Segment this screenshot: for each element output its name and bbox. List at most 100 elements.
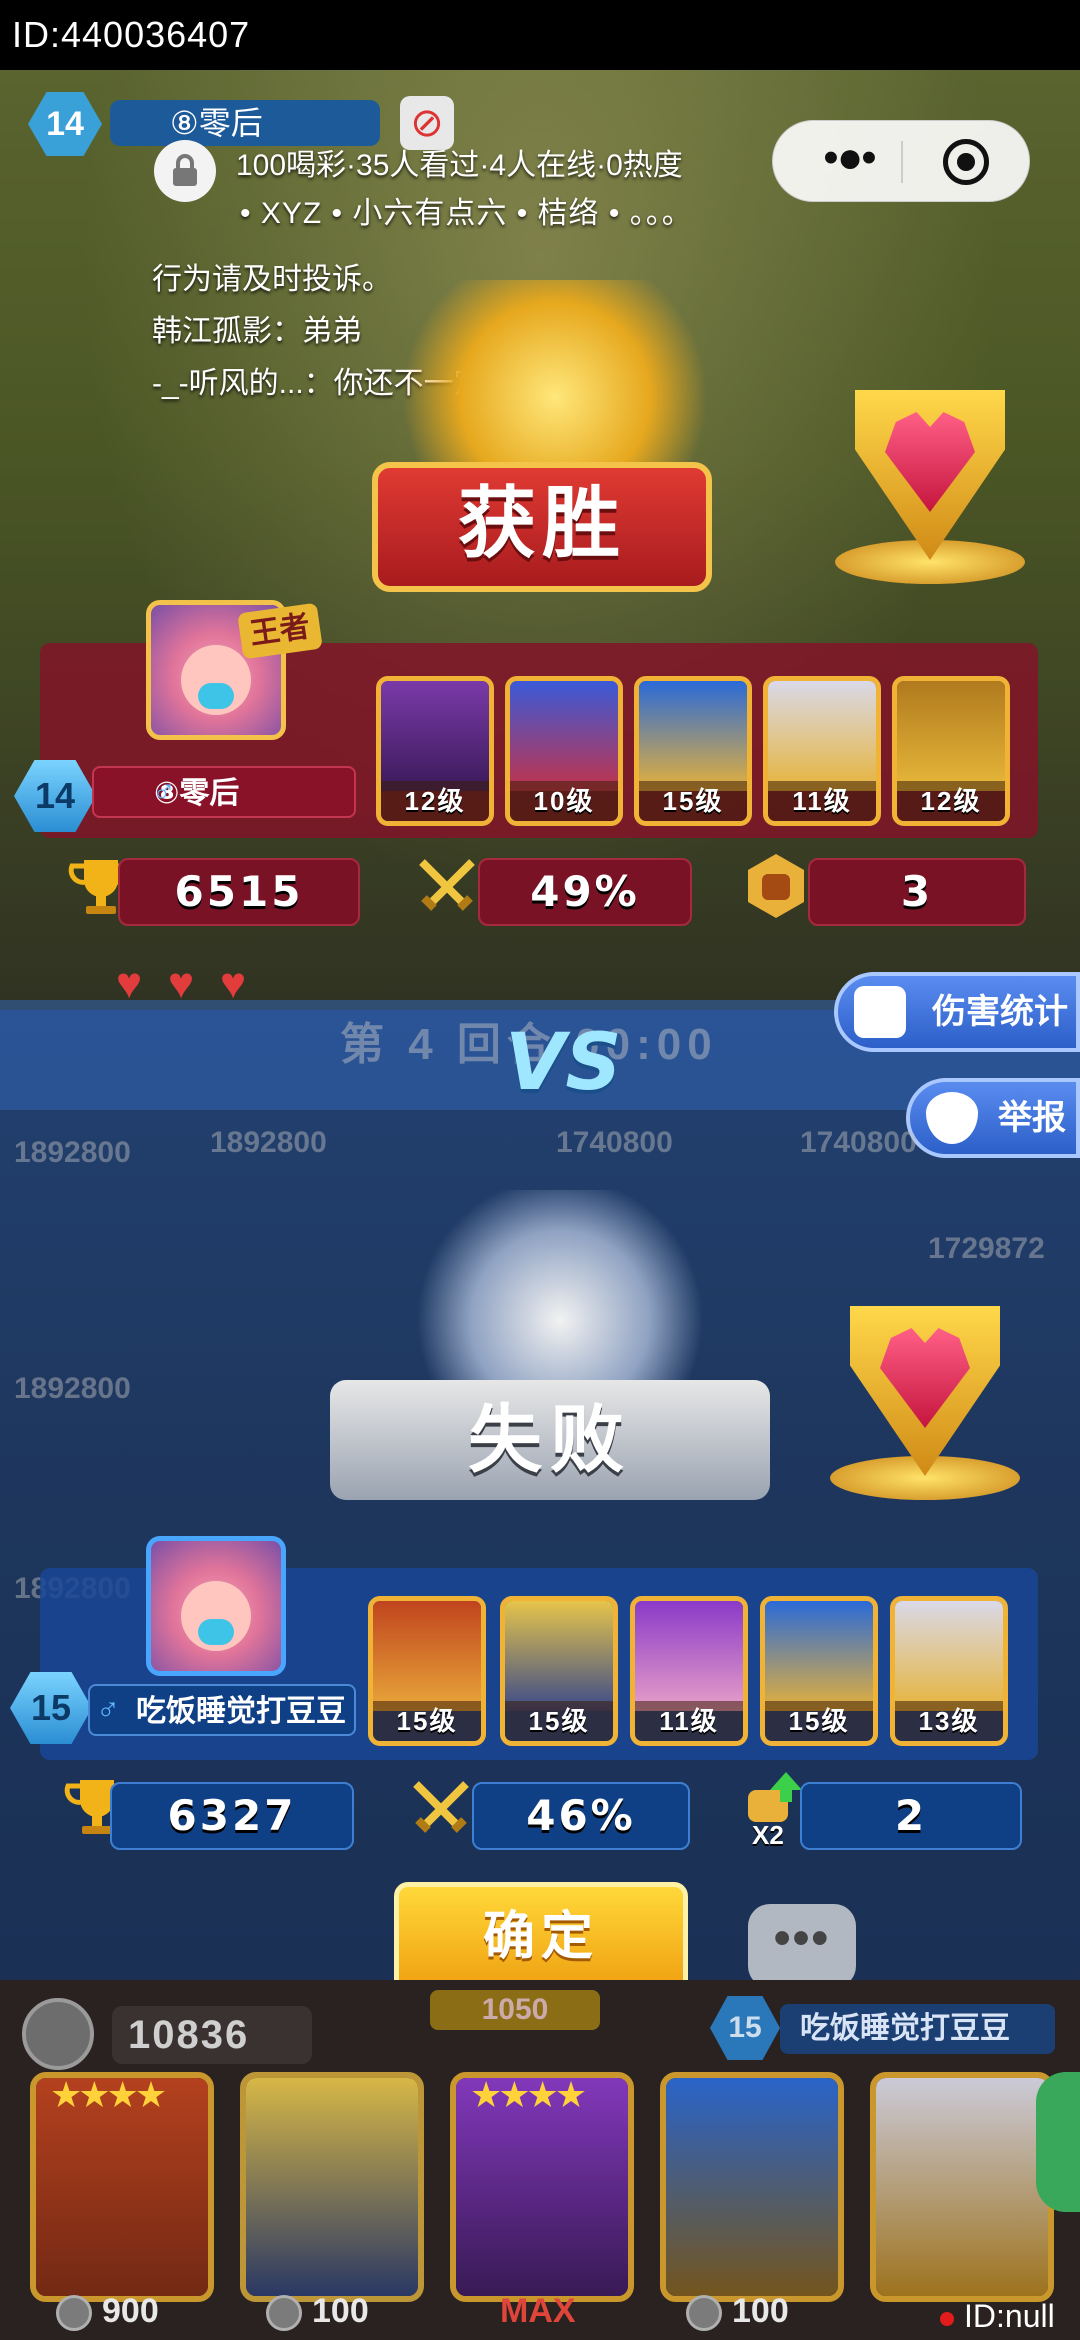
coin-icon: [686, 2295, 722, 2332]
winner-name: ⑧零后: [92, 766, 356, 818]
room-id-bar: ID:440036407: [0, 0, 1080, 70]
coin-count: 10836: [112, 2006, 312, 2064]
damage-ghost: 1729872: [928, 1232, 1045, 1265]
swords-icon: [413, 1781, 469, 1833]
loser-hero-1[interactable]: 15级: [368, 1596, 486, 1746]
vs-label: VS: [505, 1018, 622, 1108]
card-cost: 100: [686, 2288, 789, 2334]
hero-card[interactable]: [870, 2072, 1054, 2302]
hero-level: 11级: [635, 1701, 743, 1741]
hero-level: 15级: [639, 781, 747, 821]
hero-level: 13级: [895, 1701, 1003, 1741]
damage-ghost: 1892800: [14, 1136, 131, 1169]
card-cost-value: MAX: [500, 2292, 576, 2330]
coin-icon: [22, 1998, 94, 2070]
loser-hero-4[interactable]: 15级: [760, 1596, 878, 1746]
recording-dot-icon: [940, 2312, 954, 2326]
coin-icon: [56, 2295, 92, 2332]
damage-ghost: 1740800: [800, 1126, 917, 1159]
close-target-icon[interactable]: [943, 139, 989, 185]
loser-trophies: 6327: [110, 1782, 354, 1850]
loser-fist-count: 2: [800, 1782, 1022, 1850]
hero-art: [765, 1601, 873, 1711]
winner-hero-2[interactable]: 10级: [505, 676, 623, 826]
defeat-banner: 失败: [330, 1380, 770, 1500]
floating-side-button[interactable]: [1036, 2072, 1080, 2212]
card-cost: 900: [56, 2288, 159, 2334]
victory-banner: 获胜: [372, 462, 712, 592]
card-cost: MAX: [500, 2288, 576, 2334]
hero-card[interactable]: [240, 2072, 424, 2302]
damage-stats-button[interactable]: 伤害统计: [834, 972, 1080, 1052]
fist-multiplier: X2: [752, 1820, 784, 1850]
hero-art: [246, 2078, 418, 2296]
star-rating-icon: ★★★★: [470, 2074, 587, 2115]
winner-hero-5[interactable]: 12级: [892, 676, 1010, 826]
loser-name: 吃饭睡觉打豆豆: [88, 1684, 356, 1736]
hero-level: 12级: [381, 781, 489, 821]
loser-hero-2[interactable]: 15级: [500, 1596, 618, 1746]
hero-art: [897, 681, 1005, 791]
winner-win-rate: 49%: [478, 858, 692, 926]
hero-art: [510, 681, 618, 791]
bottom-player-name: 吃饭睡觉打豆豆: [780, 2004, 1055, 2054]
damage-ghost: 1740800: [556, 1126, 673, 1159]
hero-level: 10级: [510, 781, 618, 821]
hero-level: 15级: [505, 1701, 613, 1741]
report-button[interactable]: 举报: [906, 1078, 1080, 1158]
viewer-id: ID:null: [964, 2298, 1055, 2334]
winner-hero-3[interactable]: 15级: [634, 676, 752, 826]
mini-program-capsule: •●•: [772, 120, 1030, 202]
card-cost-value: 900: [102, 2292, 159, 2330]
winner-fist-count: 3: [808, 858, 1026, 926]
hero-art: [876, 2078, 1048, 2296]
avatar-pacifier: [198, 1619, 234, 1645]
hero-art: [381, 681, 489, 791]
hero-art: [768, 681, 876, 791]
hero-art: [505, 1601, 613, 1711]
live-viewer-list: • XYZ • 小六有点六 • 桔络 • 。。。: [240, 197, 693, 230]
swords-icon: [419, 859, 475, 911]
loser-hero-3[interactable]: 11级: [630, 1596, 748, 1746]
avatar-pacifier: [198, 683, 234, 709]
loser-hero-5[interactable]: 13级: [890, 1596, 1008, 1746]
card-cost: 100: [266, 2288, 369, 2334]
hero-art: [639, 681, 747, 791]
more-icon[interactable]: •●•: [809, 136, 889, 181]
card-cost-value: 100: [732, 2292, 789, 2330]
winner-trophies: 6515: [118, 858, 360, 926]
hero-art: [666, 2078, 838, 2296]
hero-art: [373, 1601, 481, 1711]
hero-art: [895, 1601, 1003, 1711]
card-cost-value: 100: [312, 2292, 369, 2330]
hero-level: 12级: [897, 781, 1005, 821]
hero-level: 15级: [765, 1701, 873, 1741]
star-rating-icon: ★★★★: [50, 2074, 167, 2115]
hero-level: 15级: [373, 1701, 481, 1741]
report-label: 举报: [998, 1099, 1066, 1137]
summon-cost[interactable]: 1050: [430, 1990, 600, 2030]
fist-medal-icon: [748, 854, 804, 918]
capsule-divider: [901, 141, 903, 183]
damage-stats-label: 伤害统计: [932, 993, 1068, 1031]
male-icon: ♂: [96, 1690, 120, 1726]
loser-name-text: 吃饭睡觉打豆豆: [136, 1695, 346, 1728]
hero-art: [635, 1601, 743, 1711]
list-icon: [854, 986, 906, 1038]
shield-icon: [926, 1092, 978, 1144]
winner-hero-4[interactable]: 11级: [763, 676, 881, 826]
winner-hero-1[interactable]: 12级: [376, 676, 494, 826]
chat-bubble-icon[interactable]: •••: [748, 1904, 856, 1988]
hero-card[interactable]: [660, 2072, 844, 2302]
lock-icon[interactable]: [154, 140, 216, 202]
chat-message: 行为请及时投诉。: [152, 263, 392, 296]
loser-win-rate: 46%: [472, 1782, 690, 1850]
coin-icon: [266, 2295, 302, 2332]
hero-level: 11级: [768, 781, 876, 821]
male-icon: ♂: [152, 772, 176, 808]
confirm-button[interactable]: 确定: [394, 1882, 688, 1994]
chat-message: 韩江孤影：弟弟: [152, 315, 362, 348]
damage-ghost: 1892800: [14, 1372, 131, 1405]
loser-avatar[interactable]: [146, 1536, 286, 1676]
damage-ghost: 1892800: [210, 1126, 327, 1159]
